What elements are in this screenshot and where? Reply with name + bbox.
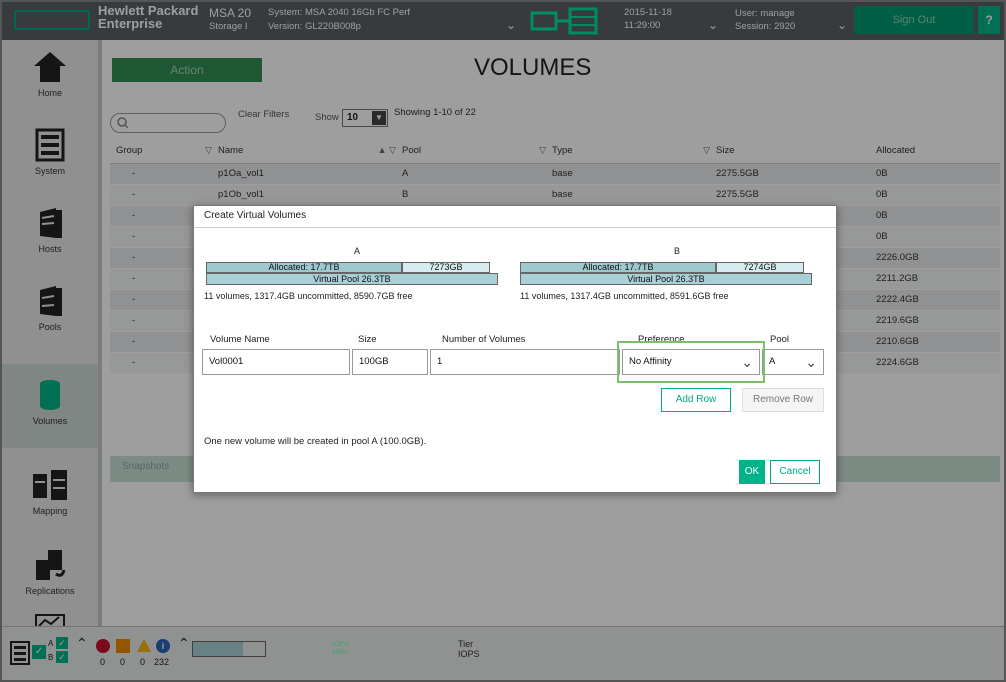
pool-a-label: A (354, 246, 361, 256)
volume-name-header: Volume Name (210, 334, 270, 345)
size-value: 100GB (359, 356, 389, 367)
number-of-volumes-field[interactable]: 1 (430, 349, 620, 375)
volume-name-field[interactable]: Vol0001 (202, 349, 350, 375)
pool-b-allocated: Allocated: 17.7TB (520, 262, 716, 273)
pool-a-capacity-bar: Allocated: 17.7TB 7273GB Virtual Pool 26… (206, 262, 498, 285)
ok-button[interactable]: OK (739, 460, 765, 484)
pool-b-remaining: 7274GB (716, 262, 804, 273)
cancel-button[interactable]: Cancel (770, 460, 820, 484)
size-field[interactable]: 100GB (352, 349, 428, 375)
pool-b-summary: 11 volumes, 1317.4GB uncommitted, 8591.6… (520, 291, 729, 301)
volume-name-value: Vol0001 (209, 356, 244, 367)
number-of-volumes-value: 1 (437, 356, 443, 367)
add-row-button[interactable]: Add Row (661, 388, 731, 412)
pool-value: A (769, 356, 776, 367)
app-window: Hewlett Packard Enterprise MSA 20 Storag… (0, 0, 1006, 682)
pool-b-label: B (674, 246, 681, 256)
create-virtual-volumes-dialog: Create Virtual Volumes A Allocated: 17.7… (193, 205, 837, 493)
number-of-volumes-header: Number of Volumes (442, 334, 526, 345)
pool-b-capacity-bar: Allocated: 17.7TB 7274GB Virtual Pool 26… (520, 262, 812, 285)
pool-header: Pool (770, 334, 790, 345)
dialog-title: Create Virtual Volumes (204, 210, 307, 221)
pool-a-allocated: Allocated: 17.7TB (206, 262, 402, 273)
creation-summary: One new volume will be created in pool A… (204, 436, 427, 447)
pool-a-remaining: 7273GB (402, 262, 490, 273)
dialog-header: Create Virtual Volumes (194, 206, 836, 228)
chevron-down-icon: ⌄ (805, 354, 817, 370)
remove-row-button[interactable]: Remove Row (742, 388, 824, 412)
pool-select[interactable]: A ⌄ (762, 349, 824, 375)
size-header: Size (358, 334, 377, 345)
pool-b-virtual-size: Virtual Pool 26.3TB (520, 273, 812, 285)
preference-highlight (617, 341, 765, 383)
pool-a-virtual-size: Virtual Pool 26.3TB (206, 273, 498, 285)
pool-a-summary: 11 volumes, 1317.4GB uncommitted, 8590.7… (204, 291, 413, 301)
